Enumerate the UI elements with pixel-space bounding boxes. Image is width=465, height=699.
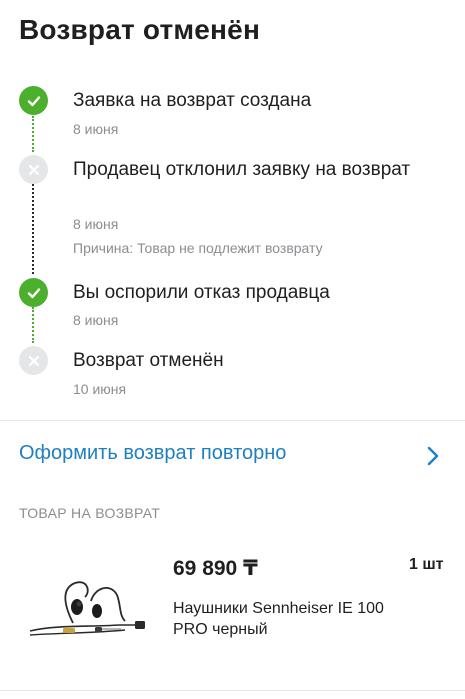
timeline-step-date: 8 июня [73,121,119,137]
timeline-step-reason: Причина: Товар не подлежит возврату [73,240,323,256]
product-name-link[interactable]: Наушники Sennheiser IE 100 PRO черный [173,598,413,640]
product-price: 69 890 ₸ [173,557,258,580]
chevron-right-icon [426,446,440,471]
section-divider [0,420,465,421]
close-icon [19,155,48,184]
timeline-step-label: Заявка на возврат создана [73,90,312,111]
earphones-image [25,577,150,647]
timeline-step-label: Возврат отменён [73,350,224,371]
close-icon [19,346,48,375]
timeline-step-label: Вы оспорили отказ продавца [73,282,330,303]
timeline-step-date: 8 июня [73,312,119,328]
timeline-step-date: 8 июня [73,216,119,232]
timeline-step-label: Продавец отклонил заявку на возврат [73,159,411,180]
repeat-return-button[interactable]: Оформить возврат повторно [0,432,465,478]
check-icon [19,278,48,307]
repeat-return-label: Оформить возврат повторно [19,442,287,464]
check-icon [19,86,48,115]
page-title: Возврат отменён [19,14,261,45]
timeline-connector [32,307,34,343]
timeline-connector [32,184,34,274]
timeline-step-date: 10 июня [73,381,127,397]
returned-item-section-title: ТОВАР НА ВОЗВРАТ [19,505,161,521]
product-quantity: 1 шт [409,556,444,573]
section-divider [0,690,465,691]
timeline-connector [32,116,34,152]
